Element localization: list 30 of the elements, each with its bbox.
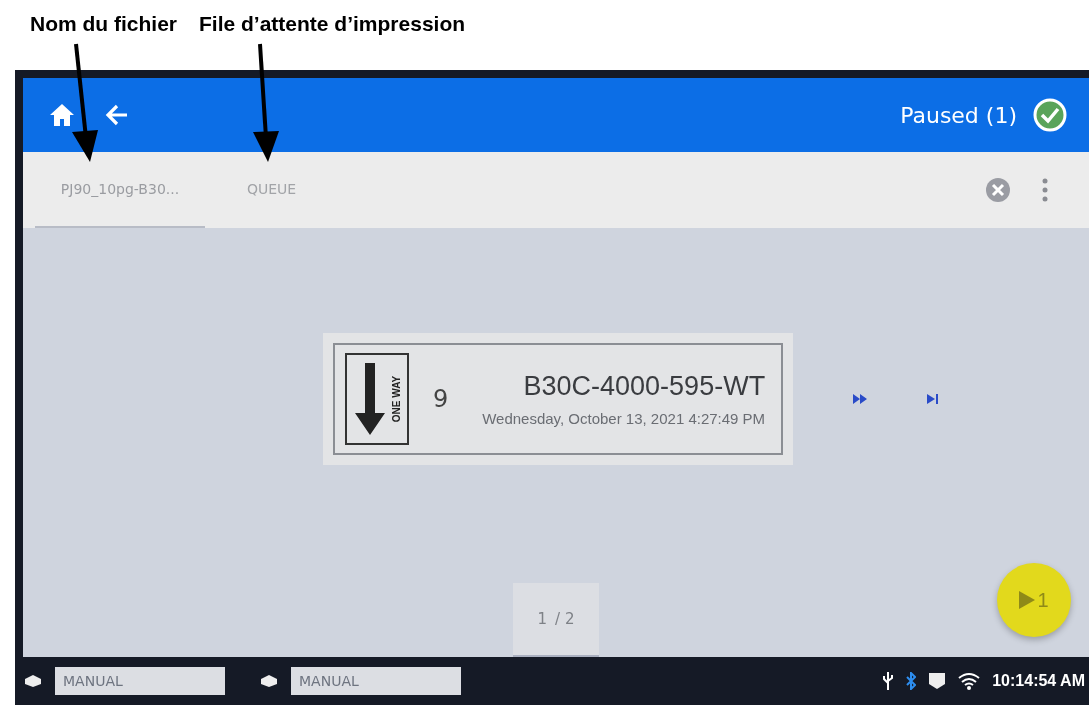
wifi-icon (958, 672, 981, 690)
print-button[interactable]: 1 (997, 563, 1071, 637)
page-total: / 2 (555, 610, 575, 628)
page-number: 1 (537, 610, 548, 628)
status-text: Paused (1) (900, 102, 1017, 128)
shield-icon (928, 672, 947, 690)
tab[interactable]: QUEUE (235, 152, 309, 228)
mode-field: MANUAL (291, 667, 461, 695)
bluetooth-icon (906, 672, 917, 690)
check-circle-icon (1033, 98, 1067, 132)
usb-icon (882, 671, 895, 691)
more-menu-icon[interactable] (1041, 177, 1049, 203)
job-name: B30C-4000-595-WT (523, 371, 766, 402)
fast-forward-icon[interactable] (853, 394, 868, 404)
tray-icon (23, 674, 43, 688)
callout-label: Nom du fichier (30, 12, 177, 36)
copy-count: 9 (432, 385, 449, 413)
job-card[interactable]: ONE WAY 9 B30C-4000-595-WT Wednesday, October 13, 2021 4:27:49 PM (322, 333, 794, 465)
close-icon[interactable] (985, 177, 1011, 203)
tray-icon (259, 674, 279, 688)
back-arrow-icon[interactable] (105, 104, 129, 126)
sign-label: ONE WAY (388, 369, 403, 429)
down-arrow-icon (352, 361, 387, 437)
callout-label: File d’attente d’impression (199, 12, 466, 36)
clock-time: 10:14:54 AM (992, 672, 1085, 690)
skip-next-icon[interactable] (927, 394, 940, 404)
play-icon (1019, 591, 1036, 609)
job-date: Wednesday, October 13, 2021 4:27:49 PM (482, 410, 766, 427)
mode-field: MANUAL (55, 667, 225, 695)
home-icon[interactable] (49, 103, 75, 127)
